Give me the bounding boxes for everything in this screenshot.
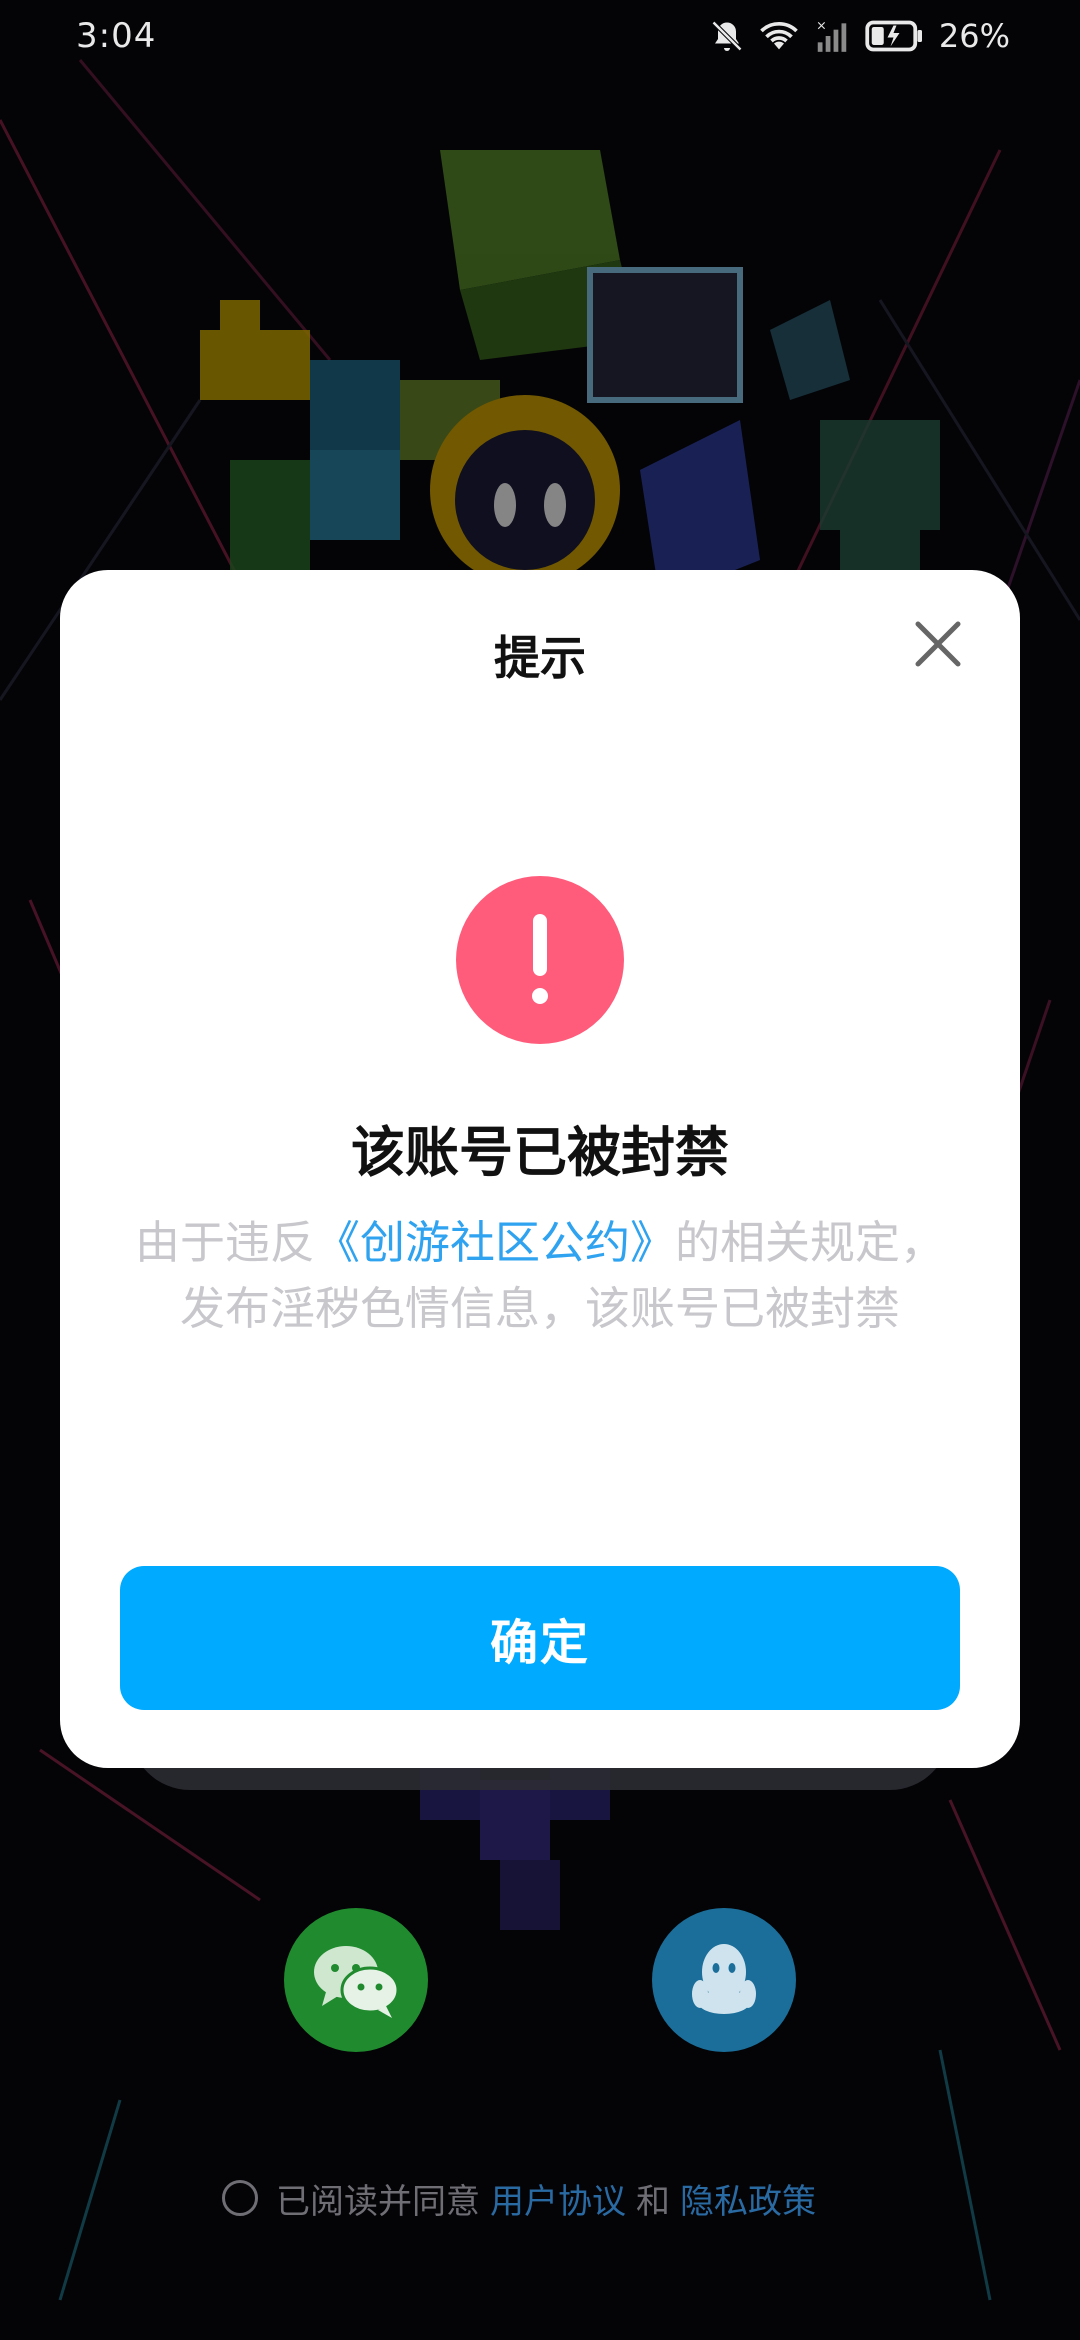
ban-heading: 该账号已被封禁 — [351, 1121, 729, 1184]
privacy-policy-link[interactable]: 隐私政策 — [680, 2174, 816, 2223]
signal-icon: × — [816, 18, 847, 52]
svg-text:×: × — [816, 18, 827, 33]
battery-charging-icon — [865, 20, 922, 52]
desc-prefix: 由于违反 — [134, 1216, 315, 1269]
agree-checkbox[interactable] — [222, 2180, 258, 2216]
close-button[interactable] — [908, 614, 968, 674]
status-time: 3:04 — [76, 16, 157, 56]
confirm-button[interactable]: 确定 — [120, 1566, 960, 1710]
agreement-row: 已阅读并同意 用户协议 和 隐私政策 — [222, 2174, 816, 2223]
dialog-title: 提示 — [494, 631, 586, 685]
wechat-login-button[interactable] — [284, 1908, 428, 2052]
and-text: 和 — [636, 2181, 670, 2222]
status-bar: 3:04 × 26% — [0, 0, 1080, 70]
qq-icon — [692, 1944, 756, 2014]
wifi-icon — [760, 22, 798, 50]
alert-badge — [456, 876, 624, 1044]
ban-description: 由于违反《创游社区公约》的相关规定，发布淫秽色情信息，该账号已被封禁 — [130, 1210, 950, 1342]
battery-percent: 26% — [938, 17, 1010, 55]
ban-notice-dialog: 提示 该账号已被封禁 由于违反《创游社区公约》的相关规定，发布淫秽色情信息，该账… — [60, 570, 1020, 1768]
user-agreement-link[interactable]: 用户协议 — [490, 2174, 626, 2223]
close-icon — [915, 621, 961, 667]
qq-login-button[interactable] — [652, 1908, 796, 2052]
status-icons: × 26% — [709, 14, 1010, 58]
wechat-icon — [314, 1946, 400, 2018]
bell-muted-icon — [711, 20, 742, 52]
exclamation-icon — [532, 914, 548, 1004]
community-rules-link[interactable]: 《创游社区公约》 — [315, 1216, 675, 1269]
agree-text: 已阅读并同意 — [276, 2181, 480, 2222]
